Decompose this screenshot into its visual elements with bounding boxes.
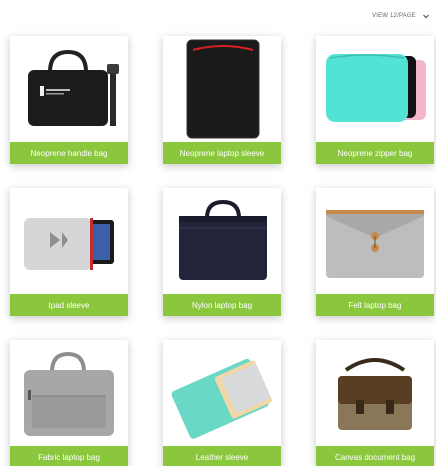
product-image-neoprene-handle-bag xyxy=(10,36,128,142)
product-caption[interactable]: Neoprene zipper bag xyxy=(316,142,434,164)
product-caption[interactable]: Neoprene handle bag xyxy=(10,142,128,164)
product-image-leather-sleeve xyxy=(163,340,281,446)
product-card-canvas-document-bag[interactable]: Canvas document bag xyxy=(316,340,434,466)
product-caption[interactable]: Ipad sleeve xyxy=(10,294,128,316)
product-card-nylon-laptop-bag[interactable]: Nylon laptop bag xyxy=(163,188,281,316)
product-caption[interactable]: Felt laptop bag xyxy=(316,294,434,316)
product-image-neoprene-zipper-bag xyxy=(316,36,434,142)
product-caption[interactable]: Leather sleeve xyxy=(163,446,281,466)
product-caption[interactable]: Fabric laptop bag xyxy=(10,446,128,466)
product-caption[interactable]: Nylon laptop bag xyxy=(163,294,281,316)
product-grid: Neoprene handle bag Neoprene laptop slee… xyxy=(0,0,436,466)
product-caption[interactable]: Neoprene laptop sleeve xyxy=(163,142,281,164)
product-image-canvas-document-bag xyxy=(316,340,434,446)
product-card-neoprene-zipper-bag[interactable]: Neoprene zipper bag xyxy=(316,36,434,164)
product-image-neoprene-laptop-sleeve xyxy=(163,36,281,142)
product-image-ipad-sleeve xyxy=(10,188,128,294)
product-caption[interactable]: Canvas document bag xyxy=(316,446,434,466)
product-card-felt-laptop-bag[interactable]: Felt laptop bag xyxy=(316,188,434,316)
product-card-fabric-laptop-bag[interactable]: Fabric laptop bag xyxy=(10,340,128,466)
product-image-felt-laptop-bag xyxy=(316,188,434,294)
product-card-ipad-sleeve[interactable]: Ipad sleeve xyxy=(10,188,128,316)
product-card-neoprene-laptop-sleeve[interactable]: Neoprene laptop sleeve xyxy=(163,36,281,164)
product-card-leather-sleeve[interactable]: Leather sleeve xyxy=(163,340,281,466)
product-image-fabric-laptop-bag xyxy=(10,340,128,446)
product-card-neoprene-handle-bag[interactable]: Neoprene handle bag xyxy=(10,36,128,164)
product-image-nylon-laptop-bag xyxy=(163,188,281,294)
